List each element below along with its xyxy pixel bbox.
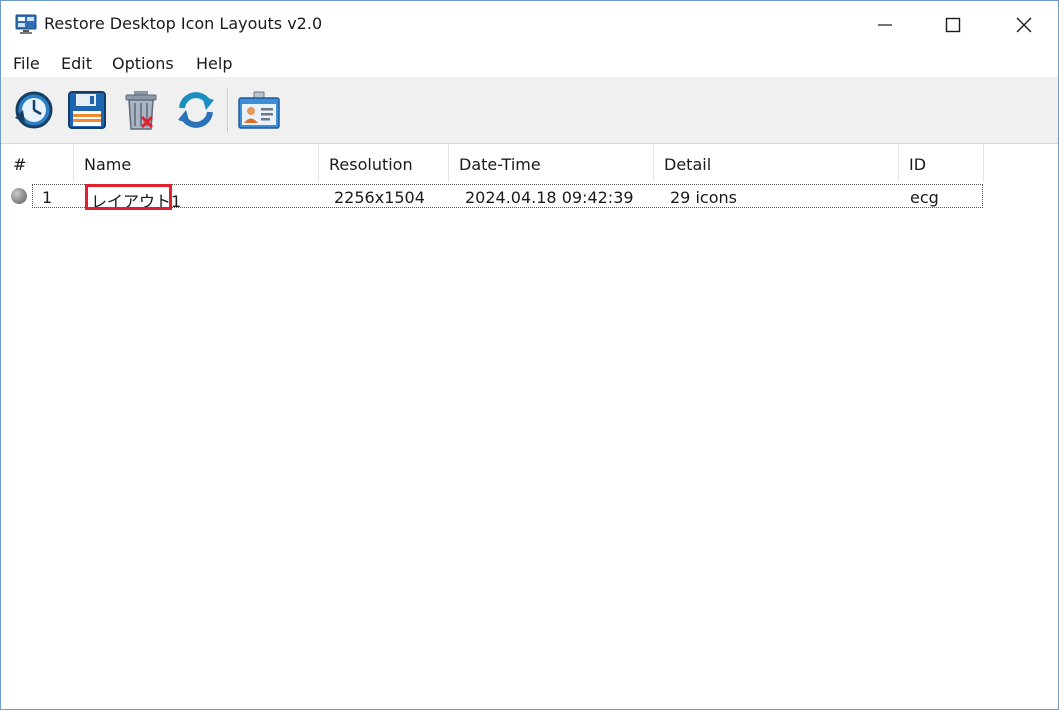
window-title: Restore Desktop Icon Layouts v2.0 — [44, 14, 323, 33]
app-icon — [15, 14, 37, 34]
column-header-name[interactable]: Name — [74, 144, 319, 182]
title-bar[interactable]: Restore Desktop Icon Layouts v2.0 — [1, 1, 1058, 49]
menu-file[interactable]: File — [13, 54, 40, 73]
close-icon — [1016, 17, 1032, 33]
list-header: # Name Resolution Date-Time Detail ID — [1, 144, 984, 182]
minimize-icon — [878, 24, 892, 26]
cell-detail: 29 icons — [670, 188, 737, 207]
menu-bar: File Edit Options Help — [1, 49, 1058, 77]
restore-layout-button[interactable] — [11, 88, 55, 132]
column-header-resolution[interactable]: Resolution — [319, 144, 449, 182]
properties-button[interactable] — [237, 88, 281, 132]
menu-options[interactable]: Options — [112, 54, 174, 73]
column-header-id[interactable]: ID — [899, 144, 984, 182]
trash-icon — [125, 91, 157, 130]
id-card-icon — [238, 91, 280, 129]
restore-clock-icon — [15, 91, 53, 129]
cell-datetime: 2024.04.18 09:42:39 — [465, 188, 634, 207]
column-header-datetime[interactable]: Date-Time — [449, 144, 654, 182]
cell-id: ecg — [910, 188, 939, 207]
column-header-number[interactable]: # — [1, 144, 74, 182]
menu-help[interactable]: Help — [196, 54, 232, 73]
delete-layout-button[interactable] — [120, 88, 164, 132]
maximize-icon — [945, 17, 961, 33]
maximize-button[interactable] — [918, 1, 988, 49]
layout-list[interactable]: # Name Resolution Date-Time Detail ID 1 … — [1, 144, 1058, 709]
cell-resolution: 2256x1504 — [334, 188, 425, 207]
toolbar-separator — [227, 87, 229, 133]
column-header-detail[interactable]: Detail — [654, 144, 899, 182]
save-layout-button[interactable] — [65, 88, 109, 132]
name-highlight-box — [85, 184, 172, 210]
cell-number: 1 — [42, 188, 53, 207]
toolbar — [1, 77, 1058, 144]
app-window: Restore Desktop Icon Layouts v2.0 File E… — [0, 0, 1059, 710]
save-icon — [68, 91, 106, 129]
refresh-icon — [178, 92, 214, 128]
close-button[interactable] — [989, 1, 1058, 49]
menu-edit[interactable]: Edit — [61, 54, 92, 73]
refresh-button[interactable] — [174, 88, 218, 132]
minimize-button[interactable] — [850, 1, 920, 49]
row-status-icon — [11, 188, 27, 204]
